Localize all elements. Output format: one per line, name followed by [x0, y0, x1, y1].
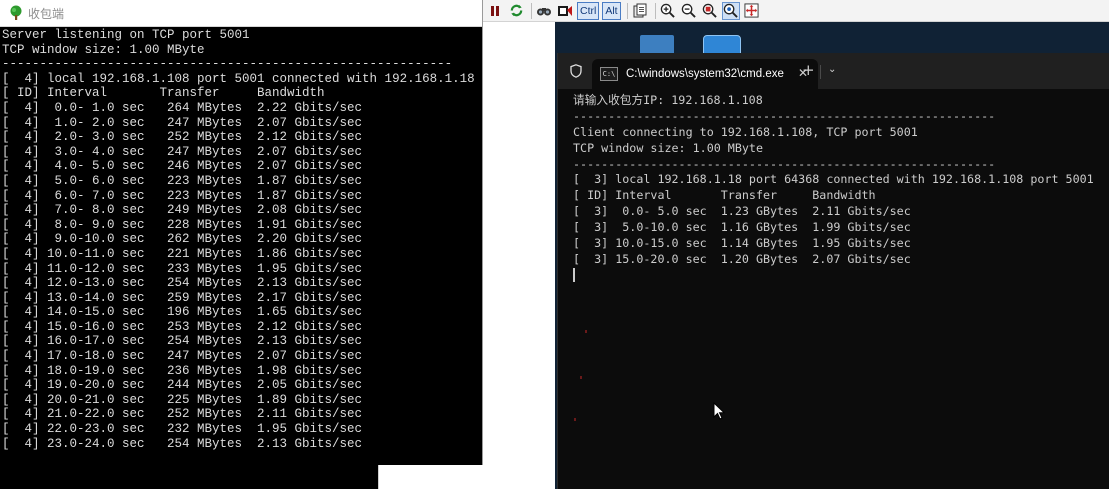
console-line: [ 4] local 192.168.1.108 port 5001 conne… — [2, 71, 475, 86]
console-line: [ 4] 4.0- 5.0 sec 246 MBytes 2.07 Gbits/… — [2, 159, 363, 174]
console-line: [ ID] Interval Transfer Bandwidth — [573, 188, 876, 203]
console-line: [ 4] 6.0- 7.0 sec 223 MBytes 1.87 Gbits/… — [2, 188, 363, 203]
toolbar-separator — [531, 2, 532, 19]
zoom-out-icon[interactable] — [680, 2, 698, 20]
screen-artifact — [585, 330, 587, 333]
clipboard-icon[interactable] — [631, 2, 649, 20]
console-line: [ 4] 22.0-23.0 sec 232 MBytes 1.95 Gbits… — [2, 422, 363, 437]
console-line: TCP window size: 1.00 MByte — [2, 42, 205, 57]
new-tab-icon[interactable]: + — [802, 63, 815, 78]
server-console-output[interactable]: Server listening on TCP port 5001 TCP win… — [2, 28, 480, 460]
terminal-tab-title: C:\windows\system32\cmd.exe — [626, 68, 784, 80]
console-line: TCP window size: 1.00 MByte — [573, 140, 763, 155]
console-line: [ 4] 11.0-12.0 sec 233 MBytes 1.95 Gbits… — [2, 261, 363, 276]
pause-icon[interactable] — [486, 2, 504, 20]
refresh-icon[interactable] — [507, 2, 525, 20]
console-line: [ 4] 19.0-20.0 sec 244 MBytes 2.05 Gbits… — [2, 378, 363, 393]
server-window-title: 收包端 — [28, 6, 65, 21]
console-line: [ 4] 8.0- 9.0 sec 228 MBytes 1.91 Gbits/… — [2, 217, 363, 232]
console-line: [ 3] 5.0-10.0 sec 1.16 GBytes 1.99 Gbits… — [573, 220, 911, 235]
terminal-tabbar[interactable]: C:\ C:\windows\system32\cmd.exe ✕ + ⌄ — [558, 53, 1109, 89]
console-line: [ 3] 15.0-20.0 sec 1.20 GBytes 2.07 Gbit… — [573, 251, 911, 266]
console-line: [ 3] 10.0-15.0 sec 1.14 GBytes 1.95 Gbit… — [573, 236, 911, 251]
console-line: [ 4] 7.0- 8.0 sec 249 MBytes 2.08 Gbits/… — [2, 203, 363, 218]
console-line: [ 4] 12.0-13.0 sec 254 MBytes 2.13 Gbits… — [2, 276, 363, 291]
console-line: ----------------------------------------… — [2, 57, 453, 72]
console-line: [ 4] 16.0-17.0 sec 254 MBytes 2.13 Gbits… — [2, 334, 363, 349]
toolbar-separator — [626, 2, 628, 19]
fullscreen-icon[interactable] — [743, 2, 761, 20]
zoom-fit-icon[interactable] — [701, 2, 719, 20]
screen-artifact — [574, 418, 576, 421]
console-prompt-line[interactable] — [573, 268, 1109, 284]
console-line: [ 4] 0.0- 1.0 sec 264 MBytes 2.22 Gbits/… — [2, 100, 363, 115]
mouse-pointer-icon — [713, 402, 725, 420]
console-line: [ 4] 23.0-24.0 sec 254 MBytes 2.13 Gbits… — [2, 436, 363, 451]
zoom-in-icon[interactable] — [659, 2, 677, 20]
server-window-titlebar[interactable]: 收包端 — [0, 0, 482, 27]
terminal-tab-cmd[interactable]: C:\ C:\windows\system32\cmd.exe ✕ — [592, 59, 818, 89]
shield-icon — [570, 64, 582, 78]
console-line: [ 4] 20.0-21.0 sec 225 MBytes 1.89 Gbits… — [2, 392, 363, 407]
remote-desktop-toolbar: Ctrl Alt — [483, 0, 1109, 22]
console-line: Server listening on TCP port 5001 — [2, 28, 250, 42]
console-line: [ 4] 9.0-10.0 sec 262 MBytes 2.20 Gbits/… — [2, 232, 363, 247]
screen-artifact — [580, 376, 582, 379]
console-line: [ 4] 15.0-16.0 sec 253 MBytes 2.12 Gbits… — [2, 319, 363, 334]
console-line: 请输入收包方IP: 192.168.1.108 — [573, 93, 763, 107]
console-line: [ 4] 17.0-18.0 sec 247 MBytes 2.07 Gbits… — [2, 349, 363, 364]
screenshot-icon[interactable] — [556, 2, 574, 20]
alt-key[interactable]: Alt — [602, 1, 621, 20]
taskbar-strip — [0, 465, 378, 489]
console-line: ----------------------------------------… — [573, 156, 996, 171]
ctrl-key[interactable]: Ctrl — [577, 1, 600, 20]
console-line: [ 4] 18.0-19.0 sec 236 MBytes 1.98 Gbits… — [2, 363, 363, 378]
console-line: [ 4] 14.0-15.0 sec 196 MBytes 1.65 Gbits… — [2, 305, 363, 320]
console-line: [ 4] 2.0- 3.0 sec 252 MBytes 2.12 Gbits/… — [2, 130, 363, 145]
console-line: [ 3] local 192.168.1.18 port 64368 conne… — [573, 172, 1094, 187]
console-line: [ 4] 5.0- 6.0 sec 223 MBytes 1.87 Gbits/… — [2, 173, 363, 188]
taskbar-gap — [378, 465, 482, 489]
zoom-actual-icon[interactable] — [721, 1, 740, 20]
toolbar-separator — [654, 2, 656, 19]
console-line: [ 4] 21.0-22.0 sec 252 MBytes 2.11 Gbits… — [2, 407, 363, 422]
client-terminal-window[interactable]: C:\ C:\windows\system32\cmd.exe ✕ + ⌄ 请输… — [557, 53, 1109, 489]
console-line: [ ID] Interval Transfer Bandwidth — [2, 86, 325, 101]
client-console-output[interactable]: 请输入收包方IP: 192.168.1.108 -----------------… — [573, 93, 1109, 483]
console-line: [ 4] 10.0-11.0 sec 221 MBytes 1.86 Gbits… — [2, 246, 363, 261]
tab-dropdown-icon[interactable]: ⌄ — [828, 64, 836, 75]
tab-divider — [820, 65, 821, 79]
text-cursor — [573, 268, 575, 283]
console-line: [ 3] 0.0- 5.0 sec 1.23 GBytes 2.11 Gbits… — [573, 204, 911, 219]
server-console-window[interactable]: 收包端 Server listening on TCP port 5001 TCP… — [0, 0, 483, 465]
tree-icon — [10, 5, 22, 20]
console-line: [ 4] 3.0- 4.0 sec 247 MBytes 2.07 Gbits/… — [2, 144, 363, 159]
cmd-icon: C:\ — [600, 67, 618, 81]
console-line: ----------------------------------------… — [573, 108, 996, 123]
console-line: [ 4] 13.0-14.0 sec 259 MBytes 2.17 Gbits… — [2, 290, 363, 305]
binoculars-icon[interactable] — [535, 2, 553, 20]
console-line: Client connecting to 192.168.1.108, TCP … — [573, 124, 918, 139]
console-line: [ 4] 1.0- 2.0 sec 247 MBytes 2.07 Gbits/… — [2, 115, 363, 130]
